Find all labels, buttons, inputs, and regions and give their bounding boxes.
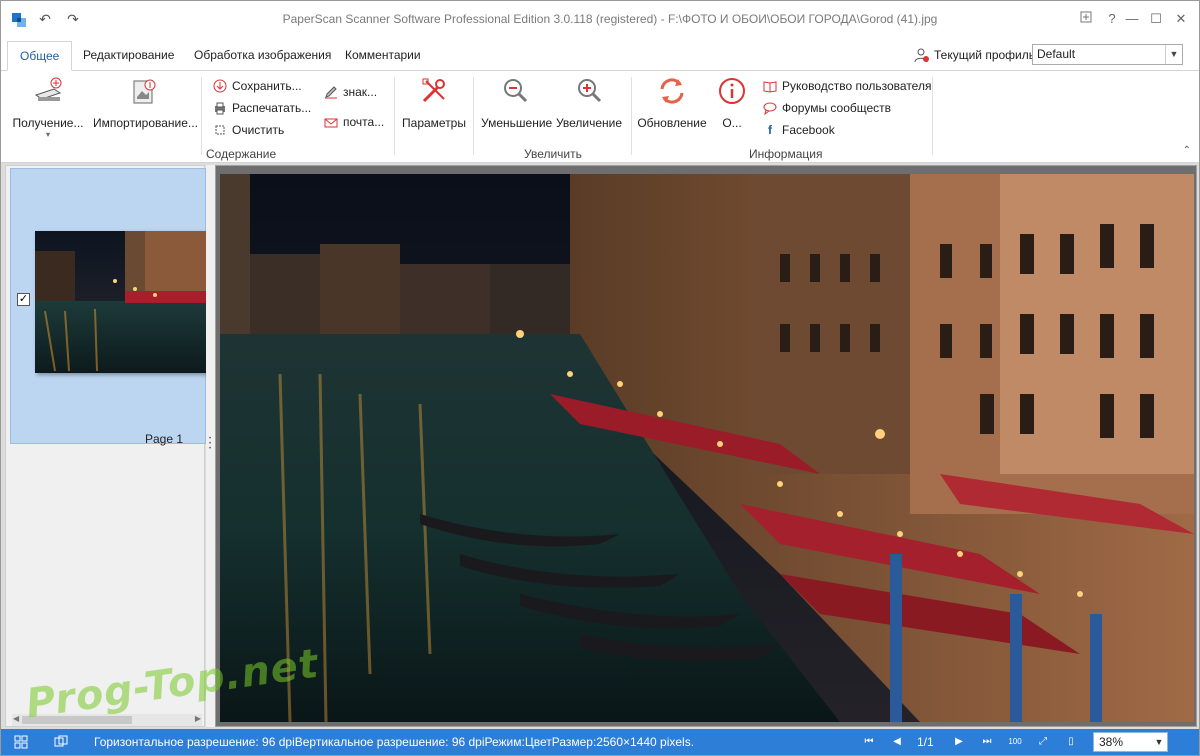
pane-splitter[interactable]: • • • xyxy=(206,165,215,727)
ribbon-separator xyxy=(932,77,933,155)
settings-button[interactable]: Параметры xyxy=(401,75,467,130)
fit-page-icon[interactable]: ⤢ xyxy=(1035,734,1051,750)
thumbnail-item[interactable]: ✓ Page 1 xyxy=(10,168,207,446)
clear-button[interactable]: Очистить xyxy=(213,121,284,139)
pen-icon xyxy=(325,86,337,99)
profile-select[interactable]: Default ▼ xyxy=(1032,44,1183,65)
title-bar: ↶ ↷ PaperScan Scanner Software Professio… xyxy=(1,1,1199,37)
facebook-icon: f xyxy=(768,123,772,137)
pages-view-icon[interactable] xyxy=(53,734,69,750)
scroll-right-icon[interactable]: ▶ xyxy=(195,714,201,723)
window-title: PaperScan Scanner Software Professional … xyxy=(282,12,938,26)
page-indicator: 1/1 xyxy=(917,735,934,749)
zoom-out-button[interactable]: Уменьшение xyxy=(481,75,552,130)
document-image[interactable] xyxy=(220,174,1194,722)
thumbnail-image[interactable] xyxy=(35,231,207,373)
refresh-icon xyxy=(660,78,684,104)
group-label-zoom: Увеличить xyxy=(524,147,582,161)
close-button[interactable]: ✕ xyxy=(1166,7,1196,31)
tab-comments[interactable]: Комментарии xyxy=(333,41,433,71)
mail-button[interactable]: почта... xyxy=(324,113,384,131)
chevron-down-icon[interactable]: ▼ xyxy=(1165,45,1182,64)
zoom-in-button[interactable]: Увеличение xyxy=(555,75,623,130)
clear-icon xyxy=(215,125,225,135)
printer-icon xyxy=(215,102,225,115)
workspace: ✓ Page 1 ◀ ▶ • • • xyxy=(1,163,1199,729)
facebook-link[interactable]: f Facebook xyxy=(763,121,835,139)
scanner-icon xyxy=(34,77,62,101)
about-button[interactable]: О... xyxy=(715,75,749,130)
print-button[interactable]: Распечатать... xyxy=(213,99,311,117)
chat-icon xyxy=(763,102,777,115)
next-page-icon[interactable]: ▶ xyxy=(951,734,967,750)
collapse-ribbon-icon[interactable]: ⌃ xyxy=(1183,145,1191,156)
user-manual-link[interactable]: Руководство пользователя xyxy=(763,77,931,95)
ribbon-separator xyxy=(631,77,632,155)
scroll-left-icon[interactable]: ◀ xyxy=(13,714,19,723)
user-profile-icon xyxy=(914,48,929,63)
zoom-in-icon xyxy=(578,79,602,103)
tab-editing[interactable]: Редактирование xyxy=(71,41,186,71)
chevron-down-icon[interactable]: ▼ xyxy=(1151,733,1167,751)
last-page-icon[interactable]: ⏭ xyxy=(979,734,995,750)
ribbon: Получение... ▾ Импортирование... Сохрани… xyxy=(1,71,1199,163)
import-image-icon xyxy=(133,79,156,104)
ribbon-tabs: Общее Редактирование Обработка изображен… xyxy=(1,37,1199,71)
status-bar: Горизонтальное разрешение: 96 dpiВертика… xyxy=(1,729,1199,755)
thumbnail-checkbox[interactable]: ✓ xyxy=(17,293,30,306)
grip-icon: • • • xyxy=(209,436,212,452)
tools-icon xyxy=(422,78,445,103)
fit-width-icon[interactable]: ▯ xyxy=(1063,734,1079,750)
grid-view-icon[interactable] xyxy=(13,734,29,750)
acquire-button[interactable]: Получение... ▾ xyxy=(11,75,85,139)
update-button[interactable]: Обновление xyxy=(637,75,707,130)
group-label-info: Информация xyxy=(749,147,823,161)
forums-link[interactable]: Форумы сообществ xyxy=(763,99,891,117)
group-label-content: Содержание xyxy=(206,147,277,161)
ribbon-separator xyxy=(394,77,395,155)
zoom-select[interactable]: 38% ▼ xyxy=(1093,732,1168,752)
mail-icon xyxy=(324,118,338,128)
first-page-icon[interactable]: ⏮ xyxy=(861,734,877,750)
actual-size-icon[interactable]: 100 xyxy=(1007,734,1023,750)
save-icon xyxy=(213,79,227,93)
image-viewer[interactable] xyxy=(215,165,1197,727)
import-button[interactable]: Импортирование... xyxy=(93,75,198,130)
zoom-out-icon xyxy=(504,79,528,103)
app-window: ↶ ↷ PaperScan Scanner Software Professio… xyxy=(0,0,1200,756)
book-icon xyxy=(763,81,777,93)
ribbon-separator xyxy=(201,77,202,155)
image-info: Горизонтальное разрешение: 96 dpiВертика… xyxy=(94,735,695,749)
save-button[interactable]: Сохранить... xyxy=(213,77,302,95)
thumbnail-label: Page 1 xyxy=(145,432,184,446)
tab-image-processing[interactable]: Обработка изображения xyxy=(182,41,343,71)
info-icon xyxy=(719,78,745,104)
ribbon-separator xyxy=(473,77,474,155)
sign-button[interactable]: знак... xyxy=(324,83,377,101)
tab-general[interactable]: Общее xyxy=(7,41,73,71)
thumbnail-pane: ✓ Page 1 ◀ ▶ xyxy=(5,165,207,727)
previous-page-icon[interactable]: ◀ xyxy=(889,734,905,750)
dropdown-arrow-icon: ▾ xyxy=(45,130,50,139)
profile-label: Текущий профиль: xyxy=(914,47,1038,63)
